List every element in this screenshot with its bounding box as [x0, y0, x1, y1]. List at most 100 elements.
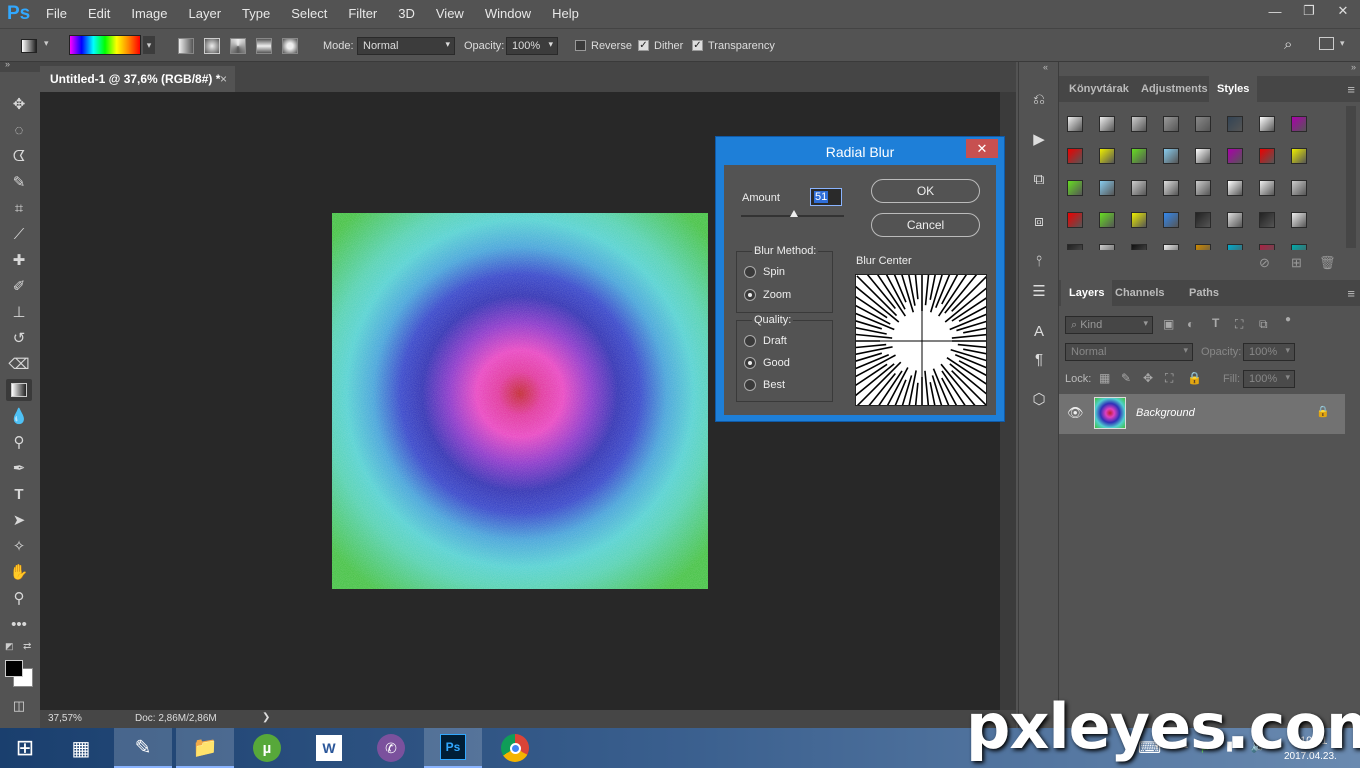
tab-channels[interactable]: Channels [1107, 280, 1173, 306]
transparency-checkbox[interactable]: ✓ [692, 40, 703, 51]
quick-select-tool-icon[interactable]: ✎ [6, 171, 32, 193]
draft-radio[interactable] [744, 335, 756, 347]
style-swatch[interactable] [1291, 148, 1307, 164]
default-colors-icon[interactable]: ◩ [5, 641, 14, 652]
status-arrow-icon[interactable]: ❯ [262, 712, 270, 723]
panel-menu-icon[interactable]: ≡ [1347, 286, 1355, 301]
style-swatch[interactable] [1259, 244, 1275, 250]
3d-cube-icon[interactable]: ⬡ [1027, 388, 1051, 410]
style-swatch[interactable] [1227, 212, 1243, 228]
utorrent-icon[interactable]: µ [238, 728, 296, 768]
style-swatch[interactable] [1195, 180, 1211, 196]
path-select-tool-icon[interactable]: ➤ [6, 509, 32, 531]
hand-tool-icon[interactable]: ✋ [6, 561, 32, 583]
viber-icon[interactable]: ✆ [362, 728, 420, 768]
3d-panel-icon[interactable]: ⧉ [1027, 168, 1051, 190]
shape-tool-icon[interactable]: ✧ [6, 535, 32, 557]
style-swatch[interactable] [1163, 180, 1179, 196]
style-swatch[interactable] [1163, 116, 1179, 132]
layer-kind-filter[interactable]: ⌕ Kind ▾ [1065, 316, 1153, 334]
style-swatch[interactable] [1259, 180, 1275, 196]
style-swatch[interactable] [1195, 244, 1211, 250]
style-swatch[interactable] [1131, 116, 1147, 132]
document-tab[interactable]: Untitled-1 @ 37,6% (RGB/8#) * × [40, 66, 235, 92]
swap-colors-icon[interactable]: ⇄ [23, 641, 31, 652]
calculator-icon[interactable]: ▦ [52, 728, 110, 768]
fill-input[interactable]: 100% ▾ [1243, 370, 1295, 388]
style-swatch[interactable] [1131, 148, 1147, 164]
eyedropper-tool-icon[interactable]: ⟋ [6, 223, 32, 245]
quick-mask-icon[interactable]: ◫ [6, 695, 32, 717]
style-swatch[interactable] [1291, 180, 1307, 196]
pen-tool-icon[interactable]: ✒ [6, 457, 32, 479]
menu-filter[interactable]: Filter [348, 6, 377, 21]
cancel-button[interactable]: Cancel [871, 213, 980, 237]
menu-window[interactable]: Window [485, 6, 531, 21]
layer-name[interactable]: Background [1136, 407, 1195, 419]
mode-select[interactable]: Normal ▾ [357, 37, 455, 55]
good-label[interactable]: Good [763, 357, 790, 369]
style-swatch[interactable] [1067, 148, 1083, 164]
type-tool-icon[interactable]: T [6, 483, 32, 505]
lasso-tool-icon[interactable]: ᗧ [6, 145, 32, 167]
menu-edit[interactable]: Edit [88, 6, 110, 21]
style-swatch[interactable] [1067, 244, 1083, 250]
reverse-checkbox[interactable] [575, 40, 586, 51]
word-icon[interactable]: W [300, 728, 358, 768]
search-icon[interactable]: ⌕ [1284, 36, 1292, 53]
lock-all-icon[interactable]: 🔒 [1187, 371, 1202, 385]
blur-tool-icon[interactable]: 💧 [6, 405, 32, 427]
brush-tool-icon[interactable]: ✐ [6, 275, 32, 297]
amount-input[interactable]: 51 [810, 188, 842, 206]
new-style-icon[interactable]: ⊞ [1291, 255, 1302, 271]
crop-tool-icon[interactable]: ⌗ [6, 197, 32, 219]
amount-slider[interactable] [741, 210, 844, 217]
clone-source-icon[interactable]: ⧈ [1027, 210, 1051, 232]
close-tab-icon[interactable]: × [220, 72, 227, 86]
trash-icon[interactable]: 🗑 [1319, 255, 1336, 271]
style-swatch[interactable] [1099, 148, 1115, 164]
spin-radio[interactable] [744, 266, 756, 278]
styles-scrollbar[interactable] [1346, 106, 1356, 248]
dither-checkbox[interactable]: ✓ [638, 40, 649, 51]
style-swatch[interactable] [1195, 212, 1211, 228]
style-swatch[interactable] [1163, 148, 1179, 164]
smart-object-filter-icon[interactable]: ⧉ [1259, 317, 1268, 332]
style-swatch[interactable] [1291, 116, 1307, 132]
restore-button[interactable]: ❐ [1292, 0, 1326, 22]
style-swatch[interactable] [1195, 116, 1211, 132]
menu-select[interactable]: Select [291, 6, 327, 21]
lock-artboard-icon[interactable]: ⛶ [1165, 371, 1173, 386]
history-brush-icon[interactable]: ↺ [6, 327, 32, 349]
file-explorer-icon[interactable]: 📁 [176, 728, 234, 768]
tab-paths[interactable]: Paths [1181, 280, 1227, 306]
tab-styles[interactable]: Styles [1209, 76, 1258, 102]
tab-layers[interactable]: Layers [1061, 280, 1113, 306]
style-swatch[interactable] [1227, 244, 1243, 250]
blur-center-preview[interactable] [855, 274, 987, 406]
menu-image[interactable]: Image [131, 6, 167, 21]
menu-type[interactable]: Type [242, 6, 270, 21]
document-canvas[interactable] [332, 213, 708, 589]
menu-help[interactable]: Help [552, 6, 579, 21]
style-swatch[interactable] [1227, 116, 1243, 132]
collapse-icon[interactable]: « [1043, 62, 1048, 72]
radial-gradient-button[interactable] [204, 38, 220, 54]
style-swatch[interactable] [1099, 116, 1115, 132]
style-swatch[interactable] [1099, 180, 1115, 196]
zoom-level[interactable]: 37,57% [48, 713, 82, 724]
tab-konyvtarak[interactable]: Könyvtárak [1061, 76, 1137, 102]
reflected-gradient-button[interactable] [256, 38, 272, 54]
zoom-radio[interactable] [744, 289, 756, 301]
style-swatch[interactable] [1291, 212, 1307, 228]
filter-toggle-icon[interactable]: ● [1285, 314, 1291, 325]
ok-button[interactable]: OK [871, 179, 980, 203]
style-swatch[interactable] [1067, 180, 1083, 196]
shape-filter-icon[interactable]: ⛶ [1235, 317, 1243, 332]
marquee-tool-icon[interactable]: ◌ [6, 119, 32, 141]
zoom-tool-icon[interactable]: ⚲ [6, 587, 32, 609]
style-swatch[interactable] [1259, 212, 1275, 228]
type-filter-icon[interactable]: T [1212, 316, 1219, 330]
style-swatch[interactable] [1131, 212, 1147, 228]
foreground-color-swatch[interactable] [5, 660, 23, 677]
